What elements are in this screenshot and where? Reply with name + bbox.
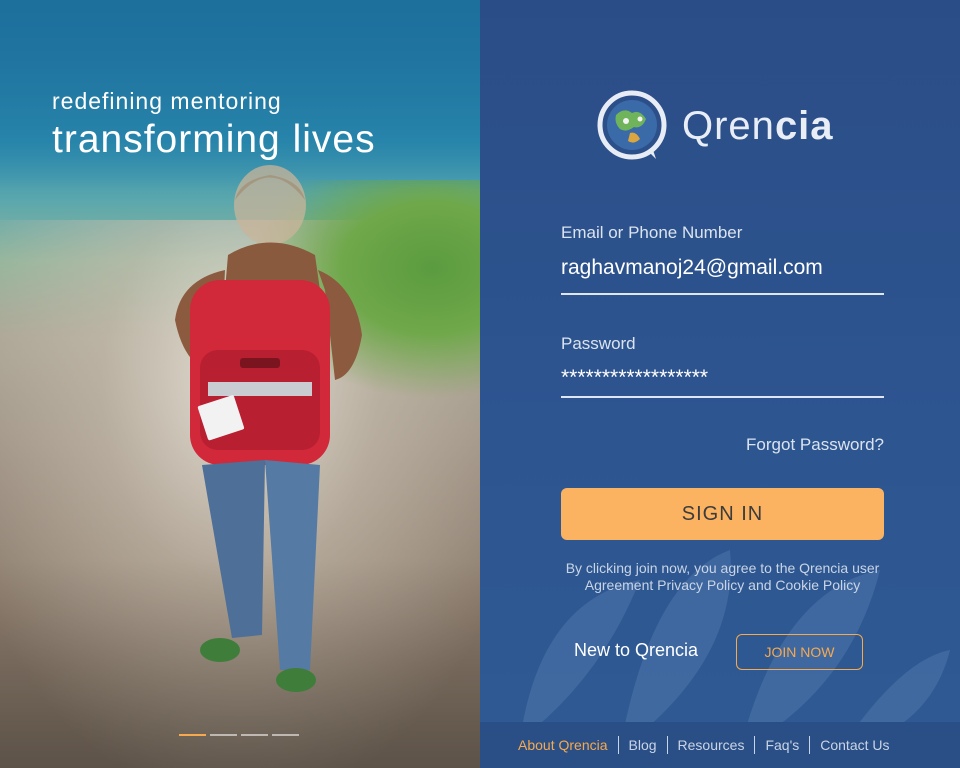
- carousel-dot-1[interactable]: [179, 734, 206, 736]
- password-label: Password: [561, 334, 636, 353]
- brand-name-bold: cia: [774, 103, 834, 148]
- password-underline: [561, 396, 884, 398]
- brand-wordmark: Qrencia: [682, 104, 834, 149]
- carousel-dot-4[interactable]: [272, 734, 299, 736]
- footer-link-resources[interactable]: Resources: [668, 736, 755, 754]
- footer-link-blog[interactable]: Blog: [619, 736, 667, 754]
- forgot-password-link[interactable]: Forgot Password?: [746, 435, 884, 455]
- footer-link-contact[interactable]: Contact Us: [810, 736, 899, 754]
- join-now-button[interactable]: JOIN NOW: [736, 634, 863, 670]
- hero-image: redefining mentoring transforming lives: [0, 0, 480, 768]
- hero-tagline-small: redefining mentoring: [52, 88, 282, 114]
- email-field[interactable]: raghavmanoj24@gmail.com: [561, 256, 884, 280]
- child-with-backpack-illustration: [175, 165, 362, 692]
- globe-logo-icon: [596, 89, 670, 163]
- carousel-dot-3[interactable]: [241, 734, 268, 736]
- email-label: Email or Phone Number: [561, 223, 743, 242]
- footer-link-faqs[interactable]: Faq's: [755, 736, 809, 754]
- footer-link-about[interactable]: About Qrencia: [518, 736, 618, 754]
- carousel-dot-2[interactable]: [210, 734, 237, 736]
- email-underline: [561, 293, 884, 295]
- new-to-label: New to Qrencia: [574, 640, 699, 660]
- brand-logo[interactable]: Qrencia: [596, 86, 856, 166]
- carousel-indicators: [179, 734, 299, 736]
- hero-tagline-large: transforming lives: [52, 118, 376, 161]
- footer-nav: About Qrencia Blog Resources Faq's Conta…: [518, 736, 900, 754]
- brand-name-light: Qren: [682, 103, 775, 148]
- password-field[interactable]: ******************: [561, 366, 884, 390]
- legal-notice: By clicking join now, you agree to the Q…: [565, 560, 880, 593]
- sign-in-button[interactable]: SIGN IN: [561, 488, 884, 540]
